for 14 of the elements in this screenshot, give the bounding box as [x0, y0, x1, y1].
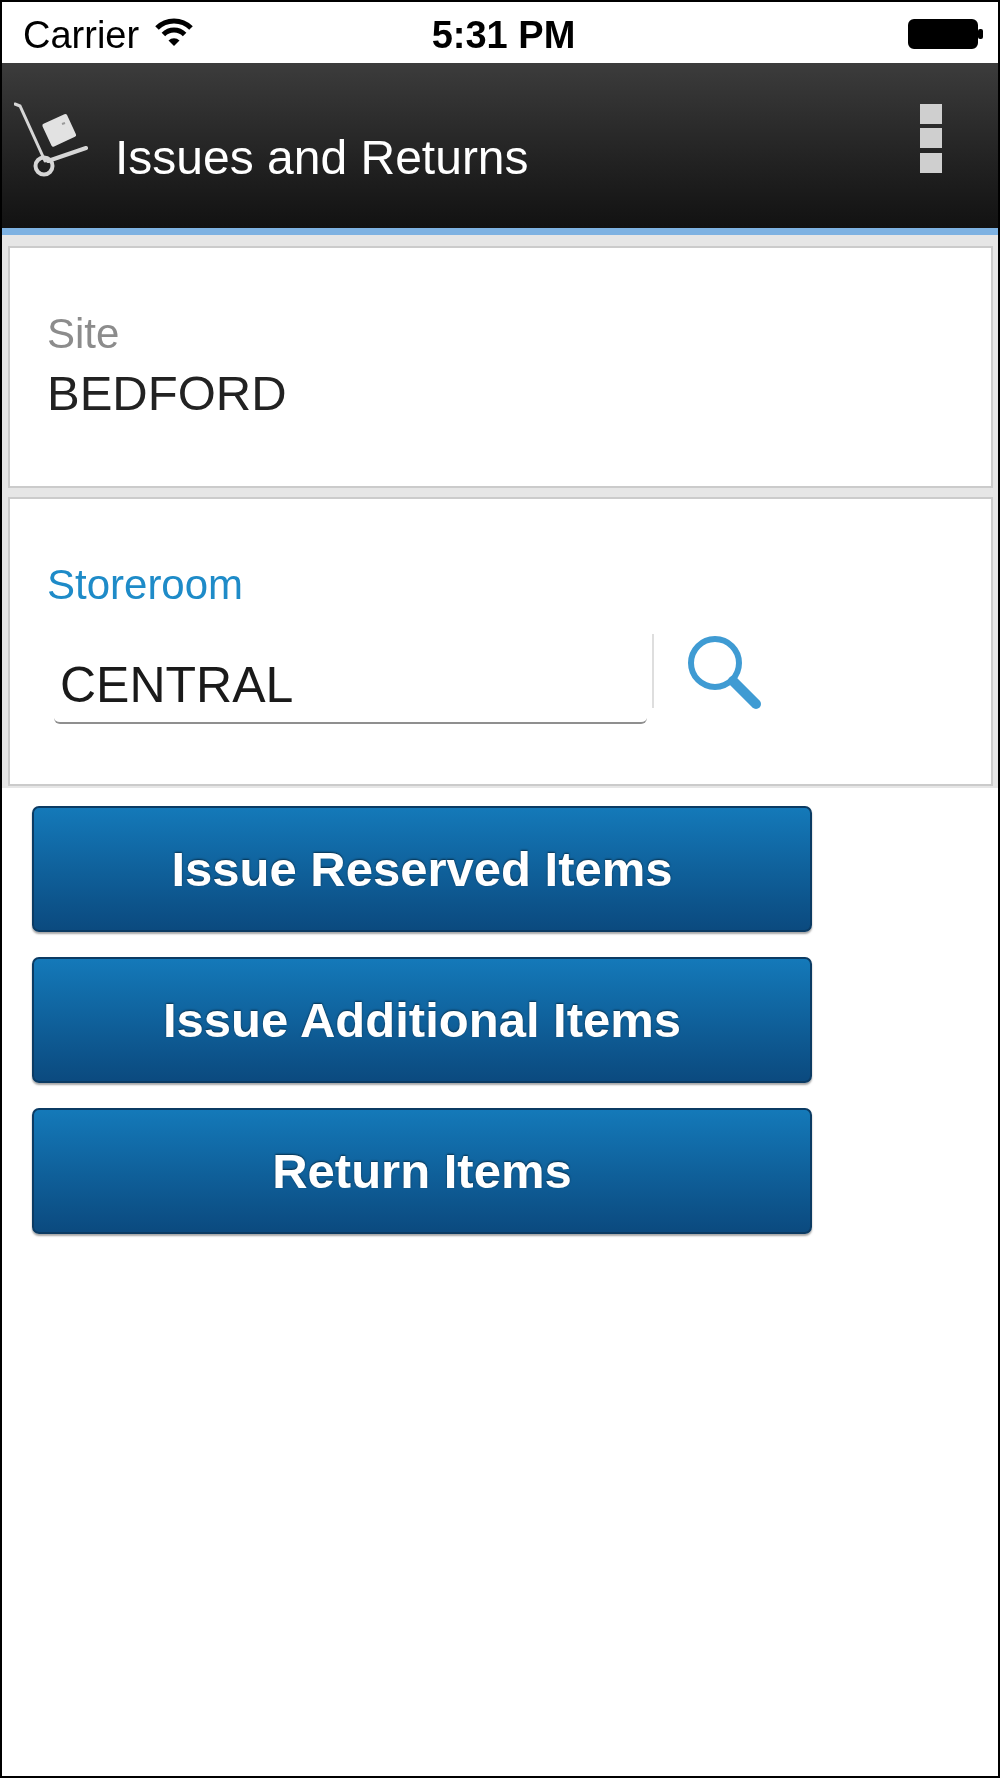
field-label: Storeroom — [47, 564, 244, 606]
battery-icon — [908, 19, 984, 49]
action-button[interactable]: Return Items — [32, 1108, 812, 1234]
menu-icon[interactable] — [920, 104, 942, 173]
field-label: Site — [47, 313, 120, 355]
action-button[interactable]: Issue Additional Items — [32, 957, 812, 1083]
screen-title: Issues and Returns — [115, 134, 529, 182]
hand-truck-icon — [14, 101, 88, 177]
search-icon[interactable] — [686, 634, 762, 710]
action-button[interactable]: Issue Reserved Items — [32, 806, 812, 932]
wifi-icon — [155, 17, 194, 47]
clock-time: 5:31 PM — [431, 16, 576, 54]
carrier-name: Carrier — [23, 16, 140, 54]
field-value: BEDFORD — [47, 369, 287, 418]
